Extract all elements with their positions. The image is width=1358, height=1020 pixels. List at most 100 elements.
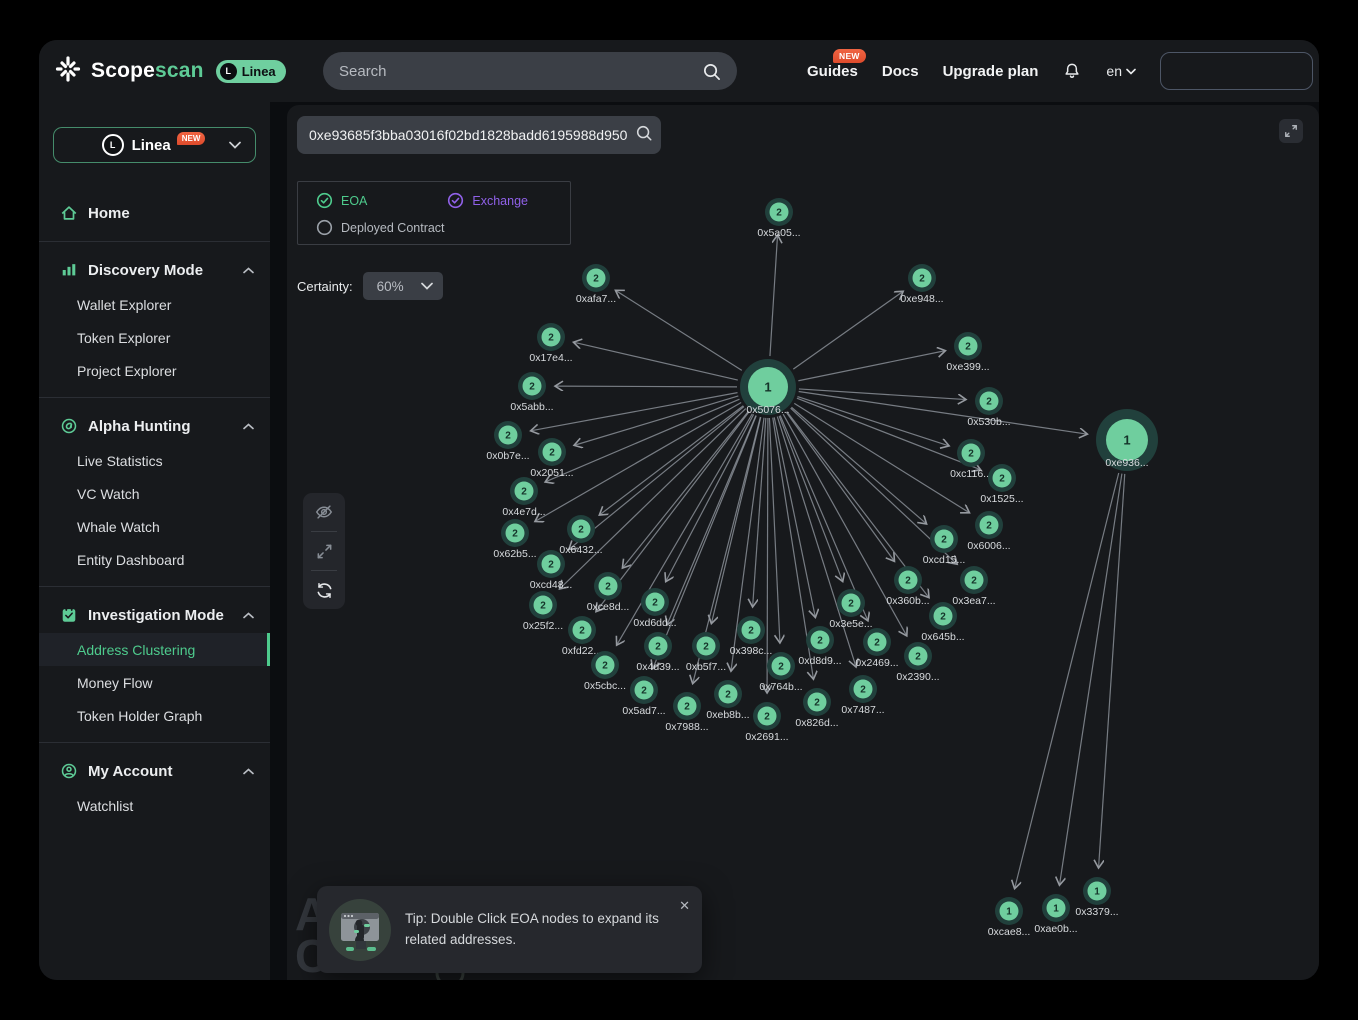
certainty-dropdown[interactable]: 60% (363, 272, 443, 300)
sidebar-item-token-explorer[interactable]: Token Explorer (39, 321, 270, 354)
nav-docs[interactable]: Docs (882, 63, 919, 80)
sidebar-network-selector[interactable]: L Linea NEW (53, 127, 256, 163)
graph-edge (1099, 474, 1125, 868)
node-count: 2 (655, 642, 661, 653)
graph-node[interactable]: 20xfd22... (562, 616, 602, 657)
graph-node[interactable]: 2 0xeb8b... (706, 680, 749, 721)
graph-node[interactable]: 20x2469... (855, 628, 898, 669)
graph-node[interactable]: 20xc116... (950, 439, 992, 480)
sidebar-item-wallet-explorer[interactable]: Wallet Explorer (39, 288, 270, 321)
node-count: 2 (725, 690, 731, 701)
sidebar-item-watchlist[interactable]: Watchlist (39, 789, 270, 822)
wallet-connect-button[interactable] (1160, 52, 1313, 90)
brand-logo[interactable]: Scopescan L Linea (39, 54, 286, 89)
fullscreen-icon[interactable] (1279, 119, 1303, 143)
node-count: 2 (848, 599, 854, 610)
graph-node[interactable]: 20xe399... (946, 332, 989, 373)
graph-node[interactable]: 20x4e7d... (502, 477, 545, 518)
node-count: 2 (778, 662, 784, 673)
sidebar-section-my-account[interactable]: My Account (39, 753, 270, 789)
sidebar-item-home[interactable]: Home (39, 195, 270, 231)
node-count: 2 (549, 448, 555, 459)
sidebar-item-project-explorer[interactable]: Project Explorer (39, 354, 270, 387)
graph-node[interactable]: 20xafa7... (576, 264, 616, 305)
graph-node[interactable]: 20xcd15... (923, 525, 966, 566)
graph-node[interactable]: 20x25f2... (523, 591, 563, 632)
graph-hub-node[interactable]: 10x5076... (740, 359, 796, 416)
sidebar-item-money-flow[interactable]: Money Flow (39, 666, 270, 699)
graph-node[interactable]: 20x4d39... (636, 632, 679, 673)
sidebar-section-alpha-hunting[interactable]: Alpha Hunting (39, 408, 270, 444)
legend-deployed-contract[interactable]: Deployed Contract (316, 219, 445, 236)
search-placeholder: Search (339, 63, 702, 80)
sidebar-item-whale-watch[interactable]: Whale Watch (39, 510, 270, 543)
bell-icon[interactable] (1062, 61, 1082, 81)
graph-node[interactable]: 20x5a05... (757, 198, 800, 239)
graph-node[interactable]: 20xce8d... (587, 572, 630, 613)
graph-node[interactable]: 20xb5f7... (686, 632, 726, 673)
node-label: 0xeb8b... (706, 709, 749, 721)
sidebar-section-investigation[interactable]: Investigation Mode (39, 597, 270, 633)
graph-node[interactable]: 20x17e4... (529, 323, 572, 364)
brand-name: Scopescan (91, 59, 204, 83)
node-label: 0xe948... (900, 293, 943, 305)
node-label: 0x62b5... (493, 548, 536, 560)
sidebar-item-vc-watch[interactable]: VC Watch (39, 477, 270, 510)
graph-node[interactable]: 20x645b... (921, 602, 964, 643)
graph-node[interactable]: 20x7988... (665, 692, 708, 733)
language-selector[interactable]: en (1106, 63, 1136, 79)
graph-node[interactable]: 20x62b5... (493, 519, 536, 560)
sidebar-section-discovery[interactable]: Discovery Mode (39, 252, 270, 288)
check-circle-icon (316, 192, 333, 209)
graph-node[interactable]: 20x764b... (759, 652, 802, 693)
graph-edge (1015, 473, 1119, 889)
graph-node[interactable]: 20x2051... (530, 438, 573, 479)
graph-node[interactable]: 20xd8d9... (798, 626, 841, 667)
network-badge: L Linea (216, 60, 286, 83)
sidebar-item-live-statistics[interactable]: Live Statistics (39, 444, 270, 477)
graph-node[interactable]: 20x360b... (886, 566, 929, 607)
search-icon[interactable] (635, 124, 653, 147)
graph-node[interactable]: 10xae0b... (1034, 894, 1077, 935)
graph-node[interactable]: 20x0b7e... (486, 421, 529, 462)
sidebar: L Linea NEW Home Discovery Mode (39, 102, 270, 980)
graph-node[interactable]: 20x530b... (967, 387, 1010, 428)
sidebar-item-address-clustering[interactable]: Address Clustering (39, 633, 270, 666)
node-count: 2 (941, 535, 947, 546)
sidebar-item-entity-dashboard[interactable]: Entity Dashboard (39, 543, 270, 576)
global-search[interactable]: Search (323, 52, 737, 90)
nav-guides[interactable]: Guides NEW (807, 63, 858, 80)
graph-node[interactable]: 20x5abb... (510, 372, 553, 413)
chevron-up-icon (243, 606, 254, 624)
sidebar-item-token-holder-graph[interactable]: Token Holder Graph (39, 699, 270, 732)
graph-node[interactable]: 20xe948... (900, 264, 943, 305)
expand-icon[interactable] (303, 532, 345, 570)
graph-node[interactable]: 20x2691... (745, 702, 788, 743)
graph-edge (770, 235, 778, 356)
graph-node[interactable]: 20xd6dd... (633, 588, 676, 629)
divider (39, 586, 270, 587)
nav-upgrade-plan[interactable]: Upgrade plan (943, 63, 1039, 80)
node-count: 2 (999, 474, 1005, 485)
graph-node[interactable]: 20x7487... (841, 675, 884, 716)
graph-node[interactable]: 20x5cbc... (584, 651, 626, 692)
graph-hub-node[interactable]: 10xe936... (1096, 409, 1158, 471)
refresh-icon[interactable] (303, 571, 345, 609)
legend-eoa[interactable]: EOA (316, 192, 405, 209)
node-count: 2 (915, 652, 921, 663)
graph-node[interactable]: 20x3e5e... (829, 589, 872, 630)
eye-off-icon[interactable] (303, 493, 345, 531)
graph-node[interactable]: 20x3ea7... (952, 566, 995, 607)
node-count: 2 (505, 431, 511, 442)
legend-exchange[interactable]: Exchange (447, 192, 528, 209)
graph-node[interactable]: 20x826d... (795, 688, 838, 729)
graph-node[interactable]: 20x5ad7... (622, 676, 665, 717)
address-input[interactable]: 0xe93685f3bba03016f02bd1828badd6195988d9… (297, 116, 661, 154)
graph-node[interactable]: 20x2390... (896, 642, 939, 683)
graph-node[interactable]: 10xcae8... (988, 897, 1031, 938)
graph-node[interactable]: 10x3379... (1075, 877, 1118, 918)
close-icon[interactable]: ✕ (679, 898, 690, 914)
graph-node[interactable]: 20x6006... (967, 511, 1010, 552)
node-label: 0xe936... (1105, 457, 1148, 469)
graph-node[interactable]: 20x6432... (559, 515, 602, 556)
